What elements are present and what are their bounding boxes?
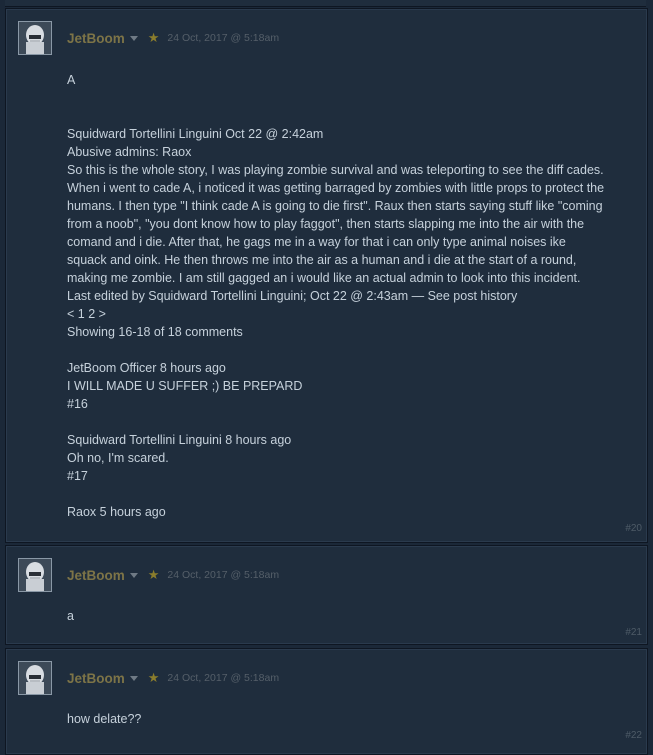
- post-line: humans. I then type "I think cade A is g…: [67, 199, 603, 213]
- post-line: ​: [67, 341, 604, 359]
- post-header: JetBoom ★ 24 Oct, 2017 @ 5:18am: [67, 670, 279, 686]
- post-line: Oh no, I'm scared.: [67, 451, 169, 465]
- post-line: ​: [67, 107, 604, 125]
- previous-post-edge: [5, 0, 646, 7]
- author-name[interactable]: JetBoom: [67, 671, 125, 686]
- post-line: Raox 5 hours ago: [67, 505, 166, 519]
- forum-post: JetBoom ★ 24 Oct, 2017 @ 5:18am how dela…: [5, 648, 648, 755]
- post-line: a: [67, 609, 74, 623]
- post-line: Squidward Tortellini Linguini 8 hours ag…: [67, 433, 292, 447]
- post-header: JetBoom ★ 24 Oct, 2017 @ 5:18am: [67, 567, 279, 583]
- star-icon: ★: [147, 670, 160, 685]
- post-line: how delate??: [67, 712, 142, 726]
- post-number[interactable]: #20: [625, 523, 642, 534]
- post-number[interactable]: #21: [625, 627, 642, 638]
- post-line: ​: [67, 89, 604, 107]
- post-body: A ​ ​ Squidward Tortellini Linguini Oct …: [67, 71, 604, 521]
- post-header: JetBoom ★ 24 Oct, 2017 @ 5:18am: [67, 30, 279, 46]
- post-line: squack and oink. He then throws me into …: [67, 253, 577, 267]
- post-date: 24 Oct, 2017 @ 5:18am: [167, 32, 280, 44]
- post-body: how delate??: [67, 710, 141, 728]
- star-icon: ★: [147, 30, 160, 45]
- post-line: making me zombie. I am still gagged an i…: [67, 271, 581, 285]
- avatar[interactable]: [18, 21, 52, 55]
- edit-note: Last edited by Squidward Tortellini Ling…: [67, 289, 518, 303]
- avatar[interactable]: [18, 661, 52, 695]
- post-line: #16: [67, 397, 88, 411]
- chevron-down-icon[interactable]: [129, 573, 138, 578]
- star-icon: ★: [147, 567, 160, 582]
- avatar[interactable]: [18, 558, 52, 592]
- post-line: comand and i die. After that, he gags me…: [67, 235, 566, 249]
- chevron-down-icon[interactable]: [129, 36, 138, 41]
- post-line: Abusive admins: Raox: [67, 145, 192, 159]
- post-number[interactable]: #22: [625, 730, 642, 741]
- forum-post: JetBoom ★ 24 Oct, 2017 @ 5:18am A ​ ​ Sq…: [5, 8, 648, 543]
- post-line: Squidward Tortellini Linguini Oct 22 @ 2…: [67, 127, 324, 141]
- post-date: 24 Oct, 2017 @ 5:18am: [167, 569, 280, 581]
- post-line: ​: [67, 413, 604, 431]
- comment-count: Showing 16-18 of 18 comments: [67, 325, 243, 339]
- post-line: ​: [67, 485, 604, 503]
- post-line: When i went to cade A, i noticed it was …: [67, 181, 605, 195]
- post-line: I WILL MADE U SUFFER ;) BE PREPARD: [67, 379, 303, 393]
- author-name[interactable]: JetBoom: [67, 568, 125, 583]
- post-line: #17: [67, 469, 88, 483]
- post-line: A: [67, 73, 76, 87]
- post-date: 24 Oct, 2017 @ 5:18am: [167, 672, 280, 684]
- chevron-down-icon[interactable]: [129, 676, 138, 681]
- pagination: < 1 2 >: [67, 307, 106, 321]
- post-line: So this is the whole story, I was playin…: [67, 163, 604, 177]
- post-line: from a noob", "you dont know how to play…: [67, 217, 585, 231]
- author-name[interactable]: JetBoom: [67, 31, 125, 46]
- post-line: JetBoom Officer 8 hours ago: [67, 361, 226, 375]
- post-body: a: [67, 607, 74, 625]
- forum-post: JetBoom ★ 24 Oct, 2017 @ 5:18am a #21: [5, 545, 648, 645]
